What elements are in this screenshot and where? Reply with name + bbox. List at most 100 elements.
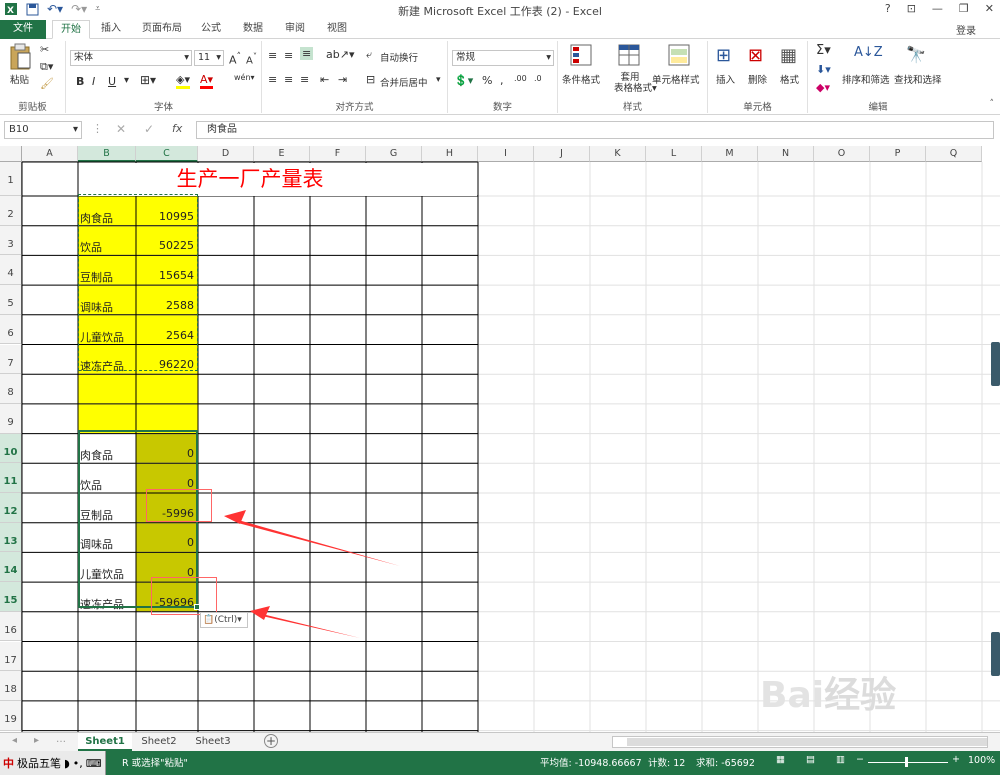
zoom-in-icon[interactable]: + xyxy=(952,754,960,765)
clear-icon[interactable]: ◆▾ xyxy=(816,81,830,94)
sheet-tab-2[interactable]: Sheet2 xyxy=(134,733,184,751)
chevron-down-icon[interactable]: ▾ xyxy=(436,75,441,85)
phonetic-icon[interactable]: wén▾ xyxy=(234,73,255,82)
merge-center-button[interactable]: 合并后居中 xyxy=(380,75,428,89)
border-icon[interactable]: ⊞▾ xyxy=(140,73,156,87)
formula-input[interactable]: 肉食品 xyxy=(196,121,994,139)
tab-home[interactable]: 开始 xyxy=(52,20,90,39)
scrollbar-thumb[interactable] xyxy=(627,738,987,746)
fill-icon[interactable]: ⬇▾ xyxy=(816,63,831,76)
fill-color-icon[interactable]: ◈▾ xyxy=(176,73,190,89)
bold-button[interactable]: B xyxy=(76,75,84,88)
scroll-right-icon[interactable]: ▸ xyxy=(34,735,39,746)
cancel-icon[interactable]: ✕ xyxy=(116,122,126,136)
orientation-icon[interactable]: ab↗▾ xyxy=(326,48,354,61)
font-name-select[interactable]: 宋体 ▾ xyxy=(70,50,192,66)
font-size-select[interactable]: 11 ▾ xyxy=(194,50,224,66)
delete-cells-icon[interactable]: ⊠ xyxy=(748,45,763,66)
tab-view[interactable]: 视图 xyxy=(320,20,354,39)
align-left-icon[interactable]: ≡ xyxy=(268,73,277,86)
tab-file[interactable]: 文件 xyxy=(0,20,46,39)
zoom-level[interactable]: 100% xyxy=(968,755,995,766)
ime-toolbar[interactable]: 中 极品五笔 ◗ •, ⌨ xyxy=(0,751,106,775)
decrease-indent-icon[interactable]: ⇤ xyxy=(320,73,329,86)
cell-styles-icon[interactable] xyxy=(668,44,690,66)
accounting-format-icon[interactable]: 💲▾ xyxy=(454,74,473,87)
delete-cells-button[interactable]: 删除 xyxy=(748,72,767,86)
find-select-button[interactable]: 查找和选择 xyxy=(894,72,942,86)
format-painter-icon[interactable]: 🖌 xyxy=(40,77,54,90)
number-format-select[interactable]: 常规 ▾ xyxy=(452,50,554,66)
help-button[interactable]: ? xyxy=(885,2,891,15)
insert-cells-button[interactable]: 插入 xyxy=(716,72,735,86)
worksheet-grid[interactable]: ABCDEFGHIJKLMNOPQ 1 2 3 4 5 6 7 8 9 10 11 12 13 14 15 1… xyxy=(0,146,1000,732)
format-as-table-icon[interactable] xyxy=(618,44,640,66)
wrap-text-button[interactable]: 自动换行 xyxy=(380,50,418,64)
paste-options-button[interactable]: 📋(Ctrl)▾ xyxy=(200,612,248,628)
insert-cells-icon[interactable]: ⊞ xyxy=(716,45,731,66)
find-select-icon[interactable]: 🔭 xyxy=(906,45,926,64)
cell-styles-button[interactable]: 单元格样式 xyxy=(652,72,700,86)
format-as-table-button[interactable]: 套用 表格格式▾ xyxy=(614,72,657,94)
chevron-down-icon[interactable]: ▾ xyxy=(124,75,129,86)
copy-icon[interactable]: ⧉▾ xyxy=(40,60,53,74)
ribbon-display-icon[interactable]: ⊡ xyxy=(907,2,916,15)
collapse-ribbon-icon[interactable]: ˄ xyxy=(990,99,995,109)
comma-icon[interactable]: , xyxy=(500,74,504,87)
zoom-slider[interactable] xyxy=(868,762,948,763)
paste-icon[interactable] xyxy=(8,43,32,71)
keyboard-icon[interactable]: ⌨ xyxy=(86,757,102,770)
increase-indent-icon[interactable]: ⇥ xyxy=(338,73,347,86)
side-widget[interactable] xyxy=(991,632,1000,676)
add-sheet-icon[interactable]: + xyxy=(264,734,278,748)
half-width-icon[interactable]: ◗ xyxy=(64,757,70,770)
tab-insert[interactable]: 插入 xyxy=(92,20,130,39)
tab-page-layout[interactable]: 页面布局 xyxy=(136,20,188,39)
align-middle-icon[interactable]: ≡ xyxy=(284,49,293,62)
italic-button[interactable]: I xyxy=(92,75,95,88)
page-break-view-icon[interactable]: ▥ xyxy=(836,754,845,765)
sort-filter-button[interactable]: 排序和筛选 xyxy=(842,72,890,86)
zoom-slider-thumb[interactable] xyxy=(905,757,908,767)
page-layout-view-icon[interactable]: ▤ xyxy=(806,754,815,765)
punctuation-icon[interactable]: •, xyxy=(73,757,83,770)
increase-font-icon[interactable]: A˄ xyxy=(229,51,241,67)
wrap-text-icon[interactable]: ⤶ xyxy=(366,48,372,62)
login-link[interactable]: 登录 xyxy=(956,22,976,37)
increase-decimal-icon[interactable]: .00 xyxy=(514,74,527,83)
sheet-tab-3[interactable]: Sheet3 xyxy=(188,733,238,751)
merge-center-icon[interactable]: ⊟ xyxy=(366,73,375,86)
tab-data[interactable]: 数据 xyxy=(236,20,270,39)
align-top-icon[interactable]: ≡ xyxy=(268,49,277,62)
minimize-icon[interactable]: — xyxy=(932,2,943,15)
decrease-decimal-icon[interactable]: .0 xyxy=(534,74,542,83)
align-right-icon[interactable]: ≡ xyxy=(300,73,309,86)
normal-view-icon[interactable]: ▦ xyxy=(776,754,785,765)
paste-button[interactable]: 粘贴 xyxy=(10,72,29,86)
sort-filter-icon[interactable]: A↓Z xyxy=(854,45,883,60)
format-cells-icon[interactable]: ▦ xyxy=(780,45,797,66)
horizontal-scrollbar[interactable] xyxy=(612,736,988,748)
tab-formulas[interactable]: 公式 xyxy=(194,20,228,39)
autosum-icon[interactable]: Σ▾ xyxy=(816,43,831,58)
scroll-left-icon[interactable]: ◂ xyxy=(12,735,17,746)
enter-icon[interactable]: ✓ xyxy=(144,122,154,136)
font-color-icon[interactable]: A▾ xyxy=(200,73,214,89)
decrease-font-icon[interactable]: A˅ xyxy=(246,51,257,66)
more-sheets-icon[interactable]: … xyxy=(56,734,66,745)
name-box[interactable]: B10 ▾ xyxy=(4,121,82,139)
conditional-format-icon[interactable] xyxy=(570,44,592,66)
side-widget[interactable] xyxy=(991,342,1000,386)
underline-button[interactable]: U xyxy=(108,75,116,88)
restore-icon[interactable]: ❐ xyxy=(959,2,969,15)
close-icon[interactable]: ✕ xyxy=(985,2,994,15)
sheet-tab-1[interactable]: Sheet1 xyxy=(78,733,132,751)
align-bottom-icon[interactable]: ≡ xyxy=(300,47,314,60)
conditional-format-button[interactable]: 条件格式 xyxy=(562,72,600,86)
zoom-out-icon[interactable]: − xyxy=(856,754,864,765)
insert-function-button[interactable]: fx xyxy=(172,122,182,135)
cut-icon[interactable]: ✂ xyxy=(40,43,49,56)
percent-icon[interactable]: % xyxy=(482,74,492,87)
tab-review[interactable]: 审阅 xyxy=(278,20,312,39)
sheet-title[interactable]: 生产一厂产量表 xyxy=(78,162,422,196)
